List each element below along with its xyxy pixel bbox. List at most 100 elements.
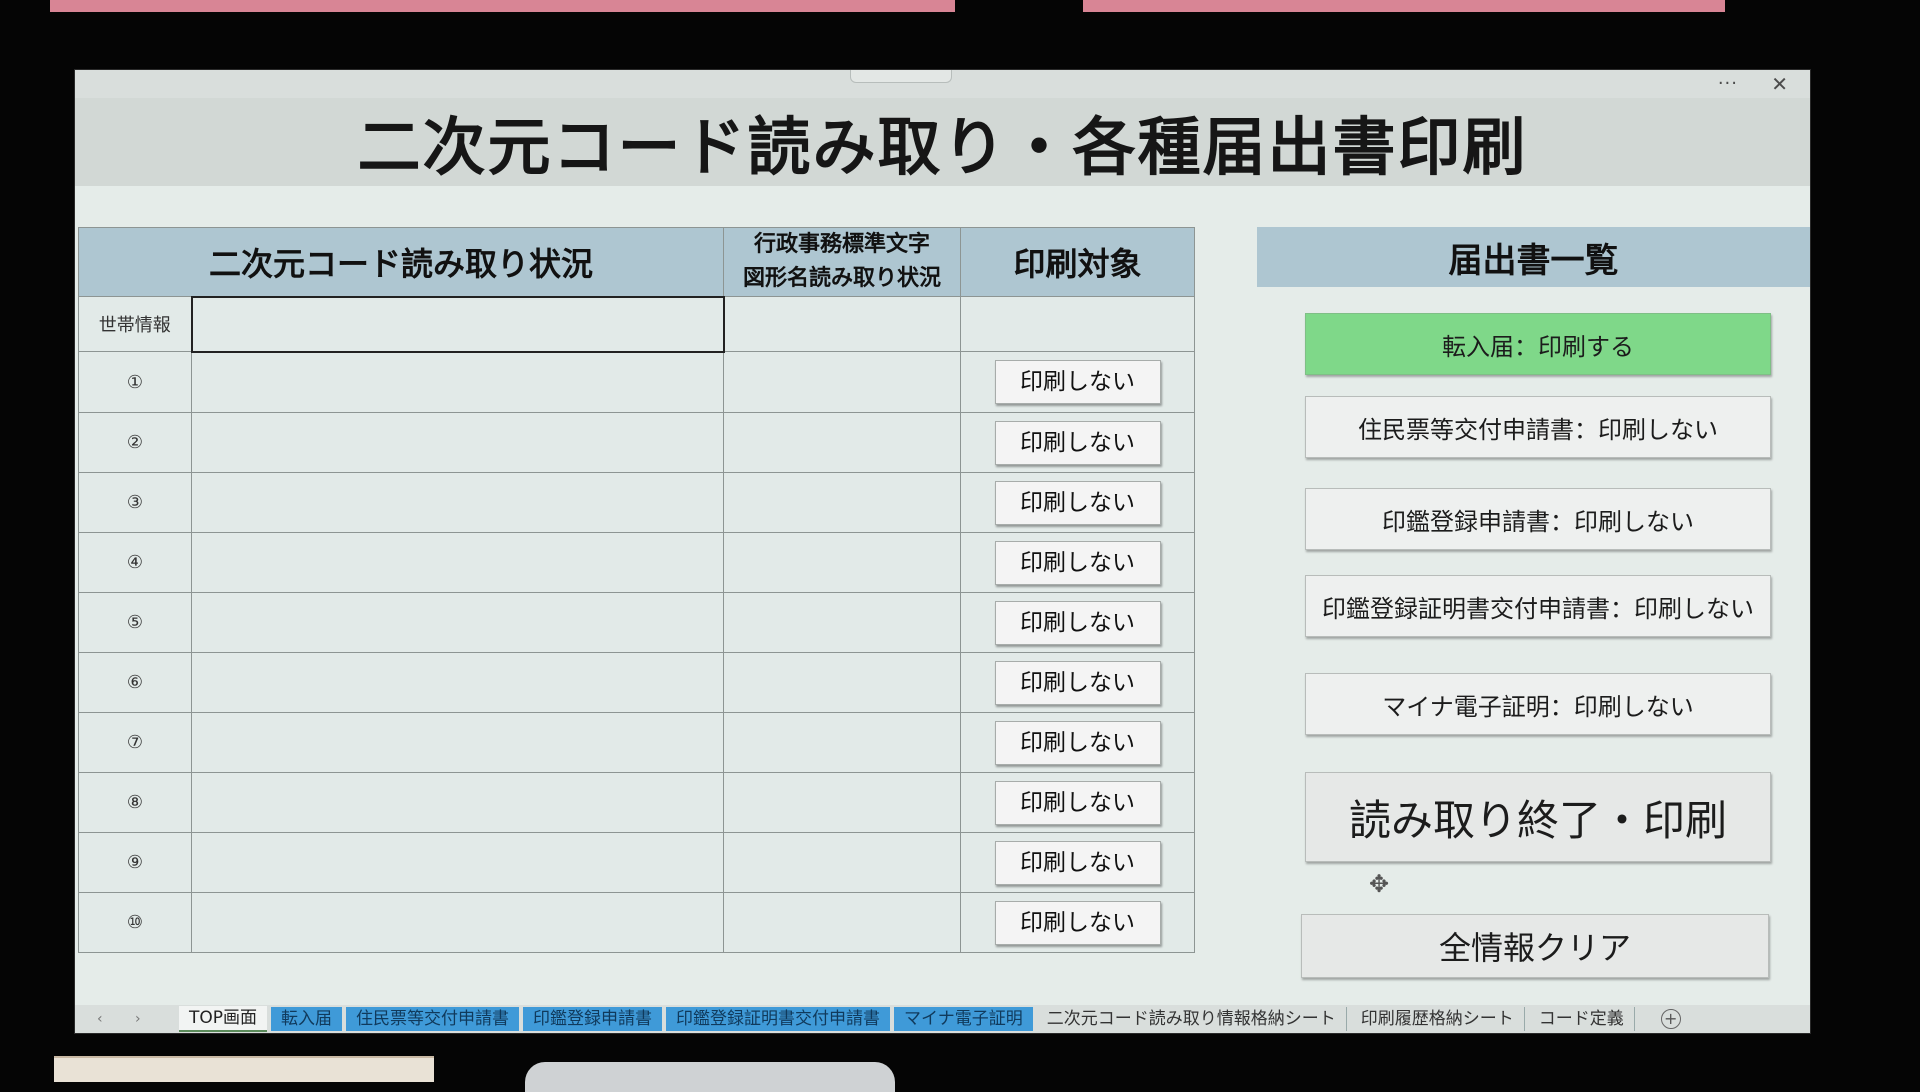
row-label: ⑦ — [78, 712, 192, 773]
std-char-cell[interactable] — [723, 652, 962, 713]
table-row: ④ 印刷しない — [78, 532, 1196, 593]
sheet-tab-print-history[interactable]: 印刷履歴格納シート — [1351, 1007, 1525, 1031]
print-target-cell: 印刷しない — [960, 472, 1196, 533]
finish-and-print-button[interactable]: 読み取り終了・印刷 — [1305, 772, 1771, 862]
table-row: ⑥ 印刷しない — [78, 652, 1196, 713]
print-target-cell: 印刷しない — [960, 532, 1196, 593]
table-row: ⑧ 印刷しない — [78, 772, 1196, 833]
forms-list-header: 届出書一覧 — [1257, 227, 1810, 287]
scan-status-table: 二次元コード読み取り状況 行政事務標準文字 図形名読み取り状況 印刷対象 世帯情… — [77, 227, 1196, 953]
background-paper-strip — [50, 0, 955, 12]
table-row: ② 印刷しない — [78, 412, 1196, 473]
scan-status-cell[interactable] — [190, 712, 725, 773]
table-row: ⑩ 印刷しない — [78, 892, 1196, 953]
sheet-tab-bar: ‹ › TOP画面 転入届 住民票等交付申請書 印鑑登録申請書 印鑑登録証明書交… — [75, 1005, 1810, 1033]
sheet-tab-tennyu[interactable]: 転入届 — [271, 1007, 343, 1031]
background-note — [54, 1056, 434, 1082]
std-char-cell[interactable] — [723, 351, 962, 413]
print-target-cell: 印刷しない — [960, 772, 1196, 833]
title-bar-tab[interactable] — [850, 70, 952, 83]
sheet-tab-top[interactable]: TOP画面 — [179, 1006, 268, 1032]
title-bar: ··· ✕ — [75, 70, 1810, 98]
std-char-cell[interactable] — [723, 772, 962, 833]
sheet-tab-inkan-cert[interactable]: 印鑑登録証明書交付申請書 — [666, 1007, 891, 1031]
inkan-cert-print-button[interactable]: 印鑑登録証明書交付申請書：印刷しない — [1305, 575, 1771, 637]
household-print-cell[interactable] — [960, 296, 1196, 352]
background-paper-strip — [1083, 0, 1725, 12]
header-scan-status: 二次元コード読み取り状況 — [77, 227, 725, 297]
print-target-cell: 印刷しない — [960, 832, 1196, 893]
row-print-toggle-button[interactable]: 印刷しない — [994, 660, 1161, 705]
juminhyo-print-button[interactable]: 住民票等交付申請書：印刷しない — [1305, 396, 1771, 458]
table-row: ⑦ 印刷しない — [78, 712, 1196, 773]
print-target-cell: 印刷しない — [960, 412, 1196, 473]
print-target-cell: 印刷しない — [960, 652, 1196, 713]
more-options-icon[interactable]: ··· — [1718, 73, 1738, 94]
header-std-char-status: 行政事務標準文字 図形名読み取り状況 — [723, 227, 962, 297]
household-std-cell[interactable] — [723, 296, 962, 352]
row-print-toggle-button[interactable]: 印刷しない — [994, 360, 1161, 404]
std-char-cell[interactable] — [723, 712, 962, 773]
row-label: ① — [78, 351, 192, 413]
row-print-toggle-button[interactable]: 印刷しない — [994, 900, 1161, 945]
sheet-tab-code-def[interactable]: コード定義 — [1529, 1007, 1635, 1031]
row-label: ⑨ — [78, 832, 192, 893]
row-print-toggle-button[interactable]: 印刷しない — [994, 780, 1161, 825]
row-print-toggle-button[interactable]: 印刷しない — [994, 720, 1161, 765]
sheet-tab-inkan[interactable]: 印鑑登録申請書 — [523, 1007, 663, 1031]
row-label: ④ — [78, 532, 192, 593]
row-label: ② — [78, 412, 192, 473]
sheet-tab-myna[interactable]: マイナ電子証明 — [894, 1007, 1033, 1031]
inkan-print-button[interactable]: 印鑑登録申請書：印刷しない — [1305, 488, 1771, 550]
add-sheet-icon[interactable]: + — [1660, 1009, 1681, 1029]
header-print-target: 印刷対象 — [960, 227, 1196, 297]
background-device — [525, 1062, 895, 1092]
print-target-cell: 印刷しない — [960, 592, 1196, 653]
std-char-cell[interactable] — [723, 892, 962, 953]
scan-status-cell[interactable] — [190, 351, 725, 413]
std-char-cell[interactable] — [723, 592, 962, 653]
scan-status-cell[interactable] — [190, 472, 725, 533]
scan-status-cell[interactable] — [190, 772, 725, 833]
table-header-row: 二次元コード読み取り状況 行政事務標準文字 図形名読み取り状況 印刷対象 — [77, 227, 1196, 297]
row-print-toggle-button[interactable]: 印刷しない — [994, 420, 1161, 465]
scan-status-cell[interactable] — [190, 652, 725, 713]
scan-status-cell[interactable] — [190, 412, 725, 473]
std-char-cell[interactable] — [723, 412, 962, 473]
row-label: ③ — [78, 472, 192, 533]
std-char-cell[interactable] — [723, 472, 962, 533]
scan-status-cell[interactable] — [190, 892, 725, 953]
row-label: ⑧ — [78, 772, 192, 833]
table-row: ⑤ 印刷しない — [78, 592, 1196, 653]
table-row: ① 印刷しない — [78, 351, 1196, 413]
app-window: ··· ✕ 二次元コード読み取り・各種届出書印刷 二次元コード読み取り状況 行政… — [75, 70, 1810, 1033]
close-icon[interactable]: ✕ — [1771, 72, 1788, 96]
std-char-cell[interactable] — [723, 532, 962, 593]
tennyu-print-button[interactable]: 転入届：印刷する — [1305, 313, 1771, 375]
table-row-household: 世帯情報 — [78, 295, 1196, 353]
scan-status-cell[interactable] — [190, 532, 725, 593]
page-title: 二次元コード読み取り・各種届出書印刷 — [357, 110, 1528, 184]
header-band: 二次元コード読み取り・各種届出書印刷 — [75, 98, 1810, 186]
sheet-nav-arrows[interactable]: ‹ › — [75, 1011, 179, 1027]
sheet-tab-juminhyo[interactable]: 住民票等交付申請書 — [346, 1007, 520, 1031]
table-row: ③ 印刷しない — [78, 472, 1196, 533]
sheet-tab-scan-data[interactable]: 二次元コード読み取り情報格納シート — [1037, 1007, 1347, 1031]
header-std-char-line2: 図形名読み取り状況 — [743, 266, 942, 291]
row-label: ⑤ — [78, 592, 192, 653]
cursor-icon: ✥ — [1369, 870, 1390, 898]
header-std-char-line1: 行政事務標準文字 — [754, 232, 931, 257]
myna-cert-print-button[interactable]: マイナ電子証明：印刷しない — [1305, 673, 1771, 735]
std-char-cell[interactable] — [723, 832, 962, 893]
row-print-toggle-button[interactable]: 印刷しない — [994, 600, 1161, 645]
row-label-household: 世帯情報 — [78, 296, 192, 352]
row-print-toggle-button[interactable]: 印刷しない — [994, 540, 1161, 585]
row-print-toggle-button[interactable]: 印刷しない — [994, 840, 1161, 885]
scan-status-cell[interactable] — [190, 592, 725, 653]
row-label: ⑥ — [78, 652, 192, 713]
print-target-cell: 印刷しない — [960, 892, 1196, 953]
scan-status-cell[interactable] — [190, 832, 725, 893]
clear-all-button[interactable]: 全情報クリア — [1301, 914, 1769, 978]
row-print-toggle-button[interactable]: 印刷しない — [994, 480, 1161, 525]
household-value-cell[interactable] — [190, 295, 725, 353]
